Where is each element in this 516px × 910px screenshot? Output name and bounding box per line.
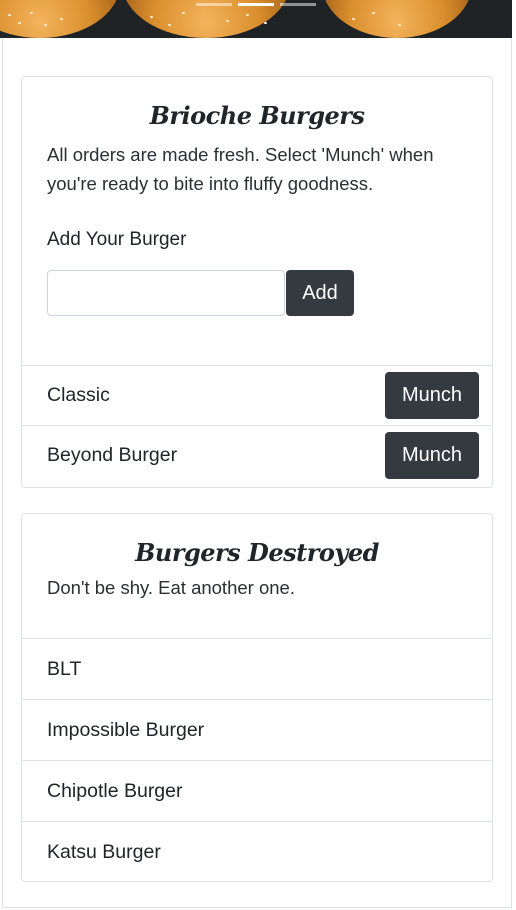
list-item: Chipotle Burger xyxy=(22,760,492,821)
destroyed-list: BLT Impossible Burger Chipotle Burger Ka… xyxy=(22,638,492,882)
munch-button[interactable]: Munch xyxy=(385,432,479,479)
add-burger-form: Add xyxy=(22,270,492,316)
carousel-indicator-active[interactable] xyxy=(238,3,274,6)
add-button[interactable]: Add xyxy=(286,270,354,316)
brioche-description: All orders are made fresh. Select 'Munch… xyxy=(47,144,434,194)
destroyed-description: Don't be shy. Eat another one. xyxy=(47,577,295,598)
burger-name: Chipotle Burger xyxy=(47,779,183,802)
list-item: BLT xyxy=(22,638,492,699)
list-item: Katsu Burger xyxy=(22,821,492,882)
carousel-indicator[interactable] xyxy=(280,3,316,6)
munch-button[interactable]: Munch xyxy=(385,372,479,419)
burger-list: Classic Munch Beyond Burger Munch xyxy=(22,365,492,485)
brioche-title: Brioche Burgers xyxy=(149,101,365,130)
hero-burger-image xyxy=(0,0,512,38)
burger-name: Beyond Burger xyxy=(47,444,178,466)
burger-name: Impossible Burger xyxy=(47,718,205,741)
burger-name: Classic xyxy=(47,384,110,406)
carousel-indicator[interactable] xyxy=(196,3,232,6)
carousel-indicators xyxy=(196,3,316,6)
burgers-destroyed-card: Burgers Destroyed Don't be shy. Eat anot… xyxy=(21,513,493,882)
list-item: Classic Munch xyxy=(22,365,492,425)
burger-name: Katsu Burger xyxy=(47,840,161,863)
list-item: Impossible Burger xyxy=(22,699,492,760)
brioche-burgers-card: Brioche Burgers All orders are made fres… xyxy=(21,76,493,488)
burger-bun-image xyxy=(322,0,472,38)
burger-name: BLT xyxy=(47,657,82,680)
page: Brioche Burgers All orders are made fres… xyxy=(0,0,516,910)
add-burger-label: Add Your Burger xyxy=(47,229,187,250)
burger-name-input[interactable] xyxy=(47,270,285,316)
destroyed-title: Burgers Destroyed xyxy=(135,538,379,567)
list-item: Beyond Burger Munch xyxy=(22,425,492,485)
